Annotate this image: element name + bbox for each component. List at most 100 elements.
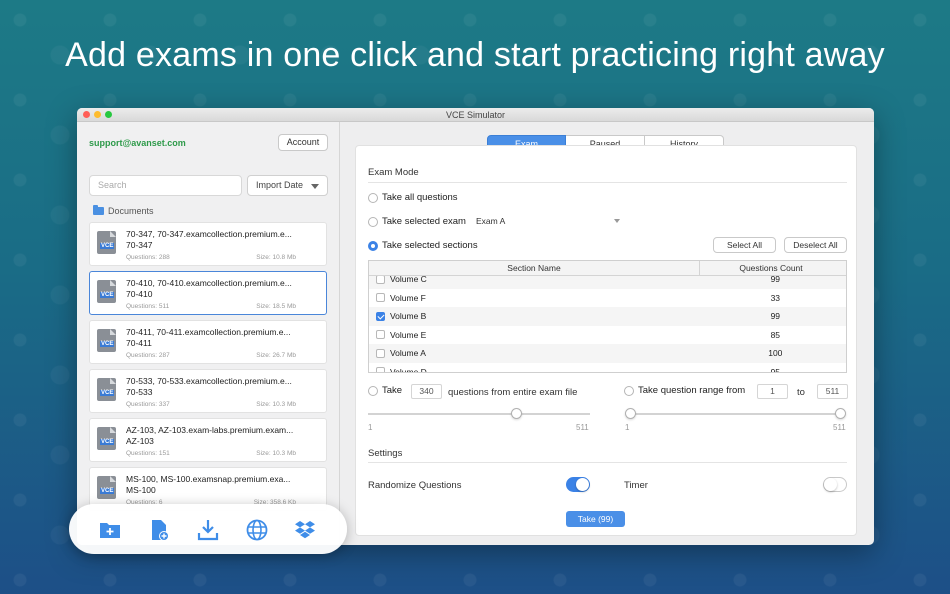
range-label: Take question range from xyxy=(638,385,746,396)
section-count: 99 xyxy=(770,276,781,285)
take-all-label: Take all questions xyxy=(382,192,458,203)
section-checkbox[interactable] xyxy=(376,311,385,321)
action-dock xyxy=(69,504,347,554)
range-slider[interactable] xyxy=(630,413,841,415)
column-header-questions-count[interactable]: Questions Count xyxy=(700,261,842,275)
radio-button-selected[interactable] xyxy=(368,240,378,251)
file-questions: Questions: 151 xyxy=(126,450,170,457)
range-to-label: to xyxy=(797,387,805,398)
file-questions: Questions: 511 xyxy=(126,303,170,310)
file-item[interactable]: VCE 70-411, 70-411.examcollection.premium… xyxy=(89,320,327,364)
exam-select-value: Exam A xyxy=(476,216,506,226)
section-checkbox[interactable] xyxy=(376,330,385,340)
deselect-all-button[interactable]: Deselect All xyxy=(784,237,847,253)
take-exam-button[interactable]: Take (99) xyxy=(566,511,625,527)
file-size: Size: 10.3 Mb xyxy=(256,401,296,408)
dropbox-icon[interactable] xyxy=(293,518,317,542)
account-button[interactable]: Account xyxy=(278,134,328,151)
radio-take-all[interactable]: Take all questions xyxy=(368,192,458,203)
take-selected-sections-label: Take selected sections xyxy=(382,240,478,251)
range-to-input[interactable]: 511 xyxy=(817,384,848,399)
question-count-input[interactable]: 340 xyxy=(411,384,442,399)
file-item[interactable]: VCE AZ-103, AZ-103.exam-labs.premium.exam… xyxy=(89,418,327,462)
sort-label: Import Date xyxy=(256,180,304,190)
range-slider-end-knob[interactable] xyxy=(835,408,846,419)
sort-dropdown[interactable]: Import Date xyxy=(247,175,328,196)
randomize-label: Randomize Questions xyxy=(368,480,462,491)
exam-panel: Exam Mode Take all questions Take select… xyxy=(355,145,857,536)
file-item[interactable]: VCE 70-347, 70-347.examcollection.premium… xyxy=(89,222,327,266)
search-input[interactable]: Search xyxy=(89,175,242,196)
slider-max-label: 511 xyxy=(576,423,589,432)
vce-badge: VCE xyxy=(100,439,115,445)
file-item[interactable]: VCE 70-533, 70-533.examcollection.premium… xyxy=(89,369,327,413)
table-row[interactable]: Volume B 99 xyxy=(369,307,846,326)
file-name: 70-410, 70-410.examcollection.premium.e.… xyxy=(126,278,292,288)
section-count: 85 xyxy=(770,329,781,340)
toggle-knob xyxy=(576,478,589,491)
table-row[interactable]: Volume C 99 xyxy=(369,276,846,289)
table-row[interactable]: Volume F 33 xyxy=(369,289,846,308)
close-window-button[interactable] xyxy=(83,111,90,118)
section-checkbox[interactable] xyxy=(376,276,385,284)
radio-take-selected-exam[interactable]: Take selected exam xyxy=(368,216,466,227)
main-content: Exam Paused History Exam Mode Take all que… xyxy=(341,122,874,545)
file-list: VCE 70-347, 70-347.examcollection.premium… xyxy=(89,222,327,516)
section-count: 100 xyxy=(768,348,783,359)
radio-button[interactable] xyxy=(368,216,378,227)
section-checkbox[interactable] xyxy=(376,367,385,372)
table-row[interactable]: Volume E 85 xyxy=(369,326,846,345)
radio-take-range[interactable]: Take question range from xyxy=(624,385,745,396)
minimize-window-button[interactable] xyxy=(94,111,101,118)
randomize-toggle[interactable] xyxy=(566,477,590,492)
section-count: 33 xyxy=(770,292,781,303)
range-from-input[interactable]: 1 xyxy=(757,384,788,399)
question-count-slider[interactable] xyxy=(368,413,590,415)
file-code: 70-533 xyxy=(126,387,153,397)
window-title: VCE Simulator xyxy=(445,110,506,120)
timer-toggle[interactable] xyxy=(823,477,847,492)
section-checkbox[interactable] xyxy=(376,293,385,303)
add-folder-icon[interactable] xyxy=(98,518,122,542)
add-file-icon[interactable] xyxy=(147,518,171,542)
globe-icon[interactable] xyxy=(245,518,269,542)
exam-mode-title: Exam Mode xyxy=(368,167,419,178)
sidebar: support@avanset.com Account Search Impor… xyxy=(77,122,340,545)
take-selected-exam-label: Take selected exam xyxy=(382,216,466,227)
file-code: 70-411 xyxy=(126,338,152,348)
file-name: 70-533, 70-533.examcollection.premium.e.… xyxy=(126,376,292,386)
select-all-button[interactable]: Select All xyxy=(713,237,776,253)
file-item[interactable]: VCE 70-410, 70-410.examcollection.premium… xyxy=(89,271,327,315)
table-row[interactable]: Volume D 95 xyxy=(369,363,846,372)
table-row[interactable]: Volume A 100 xyxy=(369,344,846,363)
range-slider-start-knob[interactable] xyxy=(625,408,636,419)
radio-take-n[interactable]: Take xyxy=(368,385,402,396)
radio-button[interactable] xyxy=(368,192,378,203)
table-body[interactable]: Volume C 99 Volume F 33 Volume B 99 Volume E 85… xyxy=(369,276,846,372)
zoom-window-button[interactable] xyxy=(105,111,112,118)
sections-table: Section Name Questions Count Volume C 99 V… xyxy=(368,260,847,373)
file-code: MS-100 xyxy=(126,485,156,495)
vce-file-icon: VCE xyxy=(97,280,116,303)
slider-knob[interactable] xyxy=(510,408,522,419)
section-checkbox[interactable] xyxy=(376,348,385,358)
range-max-label: 511 xyxy=(833,423,846,432)
documents-folder[interactable]: Documents xyxy=(93,205,154,216)
exam-select[interactable]: Exam A xyxy=(472,213,626,229)
vce-file-icon: VCE xyxy=(97,378,116,401)
slider-min-label: 1 xyxy=(368,423,373,432)
radio-button[interactable] xyxy=(624,385,634,396)
radio-take-selected-sections[interactable]: Take selected sections xyxy=(368,240,478,251)
download-icon[interactable] xyxy=(196,518,220,542)
file-name: 70-347, 70-347.examcollection.premium.e.… xyxy=(126,229,292,239)
column-header-section-name[interactable]: Section Name xyxy=(369,261,700,275)
vce-badge: VCE xyxy=(100,341,115,347)
file-code: AZ-103 xyxy=(126,436,154,446)
divider xyxy=(368,182,847,183)
toggle-knob xyxy=(824,478,837,491)
section-name: Volume A xyxy=(389,348,426,359)
radio-button[interactable] xyxy=(368,385,378,396)
file-name: AZ-103, AZ-103.exam-labs.premium.exam... xyxy=(126,425,294,435)
vce-file-icon: VCE xyxy=(97,231,116,254)
settings-title: Settings xyxy=(368,448,403,459)
